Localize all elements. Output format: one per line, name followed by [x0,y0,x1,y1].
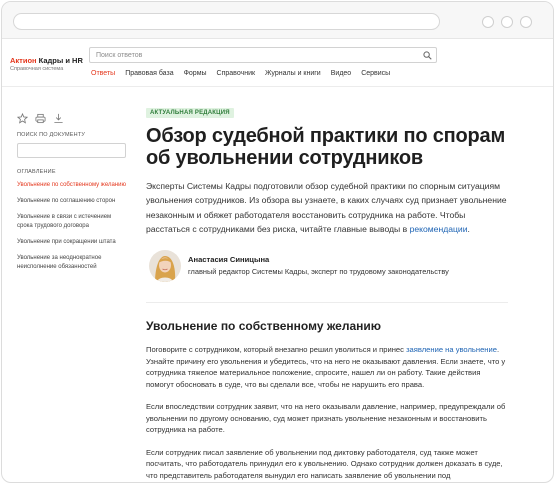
toc-item[interactable]: Увольнение по соглашению сторон [17,197,127,206]
article: АКТУАЛЬНАЯ РЕДАКЦИЯ Обзор судебной практ… [146,101,508,481]
nav-legal-base[interactable]: Правовая база [125,70,173,77]
toc-item[interactable]: Увольнение по собственному желанию [17,181,127,190]
address-bar[interactable] [13,13,440,30]
toc-item[interactable]: Увольнение за неоднократное неисполнение… [17,254,127,272]
window-dot-1[interactable] [482,16,494,28]
toc-item[interactable]: Увольнение в связи с истечением срока тр… [17,213,127,231]
paragraph: Если впоследствии сотрудник заявит, что … [146,402,506,435]
nav-reference[interactable]: Справочник [217,70,256,77]
search-icon[interactable] [423,51,432,60]
author-role: главный редактор Системы Кадры, эксперт … [188,267,449,277]
author-block: Анастасия Синицына главный редактор Сист… [146,250,508,290]
window-dot-3[interactable] [520,16,532,28]
document-search-input[interactable] [17,143,126,158]
author-name[interactable]: Анастасия Синицына [188,255,269,264]
nav-answers[interactable]: Ответы [91,70,115,77]
toc-heading: ОГЛАВЛЕНИЕ [17,169,56,175]
avatar [149,250,181,283]
window-dot-2[interactable] [501,16,513,28]
document-toolbar [17,113,64,124]
nav-forms[interactable]: Формы [184,70,207,77]
browser-window: Актион Кадры и HR Справочная система Отв… [1,1,554,483]
search-input[interactable] [96,50,406,60]
table-of-contents: Увольнение по собственному желанию Уволь… [17,181,127,279]
nav-video[interactable]: Видео [331,70,351,77]
resignation-letter-link[interactable]: заявление на увольнение [406,345,497,354]
main-nav: Ответы Правовая база Формы Справочник Жу… [91,70,400,77]
logo-title: Кадры и HR [38,56,83,65]
site-logo[interactable]: Актион Кадры и HR Справочная система [10,56,83,72]
nav-journals[interactable]: Журналы и книги [265,70,321,77]
divider [146,302,508,304]
article-lead: Эксперты Системы Кадры подготовили обзор… [146,181,507,234]
nav-services[interactable]: Сервисы [361,70,390,77]
status-badge: АКТУАЛЬНАЯ РЕДАКЦИЯ [146,108,234,118]
star-icon[interactable] [17,113,28,124]
recommendation-link[interactable]: рекомендации [410,224,468,234]
page-title: Обзор судебной практики по спорам об уво… [146,125,506,169]
toc-item[interactable]: Увольнение при сокращении штата [17,238,127,247]
browser-chrome [2,2,553,39]
print-icon[interactable] [35,113,46,124]
search-box [89,47,437,63]
logo-subtitle: Справочная система [10,66,64,72]
paragraph: Если сотрудник писал заявление об увольн… [146,447,503,480]
logo-brand: Актион [10,56,37,65]
site-header: Актион Кадры и HR Справочная система Отв… [2,39,553,87]
download-icon[interactable] [53,113,64,124]
document-search-label: ПОИСК ПО ДОКУМЕНТУ [17,132,86,138]
paragraph: Поговорите с сотрудником, который внезап… [146,345,506,389]
section-heading: Увольнение по собственному желанию [146,319,382,334]
